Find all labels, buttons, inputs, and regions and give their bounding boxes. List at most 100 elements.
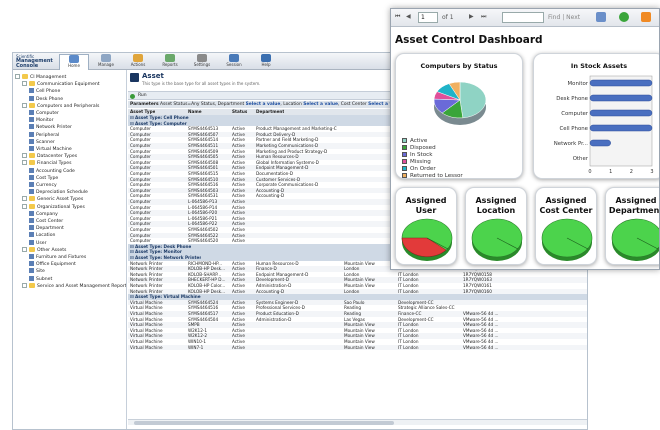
tree-item[interactable]: Currency — [29, 182, 57, 188]
page-number-input[interactable]: 1 — [418, 12, 438, 23]
tree-item-label: Generic Asset Types — [37, 197, 84, 203]
tree-item[interactable]: Furniture and Fixtures — [29, 254, 86, 260]
find-button[interactable]: Find | Next — [548, 14, 580, 21]
toolbar-settings-button[interactable]: Settings — [187, 54, 217, 69]
expand-toggle-icon[interactable] — [22, 102, 27, 108]
bar[interactable] — [589, 124, 653, 132]
tree-item[interactable]: Communication Equipment — [22, 81, 100, 87]
assignment-card: Assigned Cost Center — [535, 187, 597, 265]
assignment-card: Assigned User — [395, 187, 457, 265]
legend-swatch — [402, 152, 407, 157]
expand-toggle-icon[interactable] — [22, 153, 27, 159]
column-header[interactable]: Department — [256, 109, 284, 115]
toolbar-actions-button[interactable]: Actions — [123, 54, 153, 69]
tree-item-label: Datacenter Types — [37, 154, 78, 160]
report-title: Asset — [142, 72, 164, 80]
tree-item[interactable]: Cell Phone — [29, 88, 60, 94]
tree-item[interactable]: Department — [29, 225, 64, 231]
home-icon — [69, 55, 79, 63]
tree-item[interactable]: Computer — [29, 110, 59, 116]
export-icon[interactable] — [596, 12, 606, 22]
column-header[interactable]: Status — [232, 109, 247, 115]
tree-item[interactable]: Site — [29, 268, 45, 274]
last-page-icon[interactable]: ⏭ — [481, 13, 486, 21]
column-header[interactable]: Asset Type — [130, 109, 155, 115]
tree-item[interactable]: Cost Center — [29, 218, 63, 224]
tree-item[interactable]: Accounting Code — [29, 167, 75, 174]
tree-item[interactable]: Subnet — [29, 275, 53, 282]
expand-toggle-icon[interactable] — [22, 282, 27, 288]
tree-item-label: Subnet — [36, 276, 53, 282]
tree-item[interactable]: Datacenter Types — [22, 153, 77, 159]
tree-item-label: Company — [36, 211, 58, 217]
expand-toggle-icon[interactable] — [22, 81, 27, 87]
run-icon — [130, 94, 135, 99]
folder-icon — [29, 246, 35, 252]
tree-item[interactable]: Cost Type — [29, 174, 58, 181]
table-cell: Virtual Machine — [130, 344, 163, 350]
tree-item[interactable]: Service and Asset Management Reports — [22, 282, 126, 289]
find-input[interactable] — [502, 12, 544, 23]
toolbar-reports-button[interactable]: Reports — [155, 54, 185, 69]
x-tick-label: 3 — [650, 169, 653, 175]
toolbar-help-button[interactable]: Help — [251, 54, 281, 69]
tree-item[interactable]: Financial Types — [22, 160, 72, 166]
tree-item[interactable]: CI Management — [15, 74, 66, 80]
run-button[interactable]: Run — [138, 93, 147, 98]
tree-item[interactable]: Monitor — [29, 117, 53, 123]
tree-item[interactable]: Office Equipment — [29, 261, 76, 267]
tree-item[interactable]: Desk Phone — [29, 95, 63, 102]
tree-item-label: Monitor — [36, 118, 54, 124]
expand-toggle-icon[interactable] — [22, 160, 27, 166]
legend-item: Active — [402, 138, 463, 145]
bar[interactable] — [589, 79, 653, 87]
assignment-card: Assigned Department — [605, 187, 660, 265]
bar[interactable] — [589, 109, 653, 117]
tree-item[interactable]: Virtual Machine — [29, 146, 72, 152]
assignment-pie — [611, 218, 660, 261]
category-label: Other — [573, 156, 589, 162]
tree-item[interactable]: Scanner — [29, 138, 55, 145]
first-page-icon[interactable]: ⏮ — [395, 13, 400, 21]
session-icon — [229, 54, 239, 62]
rss-feed-icon[interactable] — [641, 12, 651, 22]
tree-item[interactable]: Computers and Peripherals — [22, 102, 99, 109]
expand-toggle-icon[interactable] — [22, 203, 27, 209]
bar[interactable] — [589, 94, 653, 102]
table-cell: IT London — [398, 344, 419, 350]
toolbar-session-button[interactable]: Session — [219, 54, 249, 69]
location-select-link[interactable]: Select a value — [303, 102, 338, 107]
expand-toggle-icon[interactable] — [22, 246, 27, 252]
tree-item[interactable]: Location — [29, 232, 55, 238]
assigned-slice[interactable] — [611, 218, 660, 258]
in-stock-assets-bar-chart: Monitor Desk Phone Computer Cell Phone Netwo… — [554, 75, 654, 175]
next-page-icon[interactable]: ▶ — [469, 13, 474, 20]
tree-item-label: Financial Types — [37, 161, 72, 167]
tree-item[interactable]: Other Assets — [22, 246, 67, 253]
reports-icon — [165, 54, 175, 62]
column-header[interactable]: Name — [188, 109, 202, 115]
legend-label: In Stock — [410, 152, 433, 158]
refresh-icon[interactable] — [619, 12, 629, 22]
tree-item[interactable]: Depreciation Schedule — [29, 189, 88, 195]
tree-item[interactable]: Generic Asset Types — [22, 196, 83, 202]
folder-icon — [29, 160, 35, 166]
prev-page-icon[interactable]: ◀ — [406, 13, 411, 20]
item-type-icon — [29, 182, 34, 187]
scrollbar-thumb[interactable] — [134, 421, 394, 425]
tree-item-label: Other Assets — [37, 247, 67, 253]
table-row[interactable]: Virtual Machine WIN7-1 Active Mountain View… — [128, 344, 587, 351]
expand-toggle-icon[interactable] — [22, 196, 27, 202]
toolbar-home-button[interactable]: Home — [59, 54, 89, 70]
tree-item[interactable]: Company — [29, 210, 58, 217]
tree-item[interactable]: Peripheral — [29, 131, 59, 138]
parameters-label: Parameters — [130, 102, 159, 107]
tree-item[interactable]: Organizational Types — [22, 203, 85, 210]
expand-toggle-icon[interactable] — [15, 74, 20, 79]
department-select-link[interactable]: Select a value — [246, 102, 281, 107]
toolbar-manage-button[interactable]: Manage — [91, 54, 121, 69]
horizontal-scrollbar[interactable] — [128, 419, 587, 425]
tree-item[interactable]: Network Printer — [29, 124, 72, 130]
bar[interactable] — [589, 139, 611, 147]
tree-item[interactable]: User — [29, 239, 46, 246]
